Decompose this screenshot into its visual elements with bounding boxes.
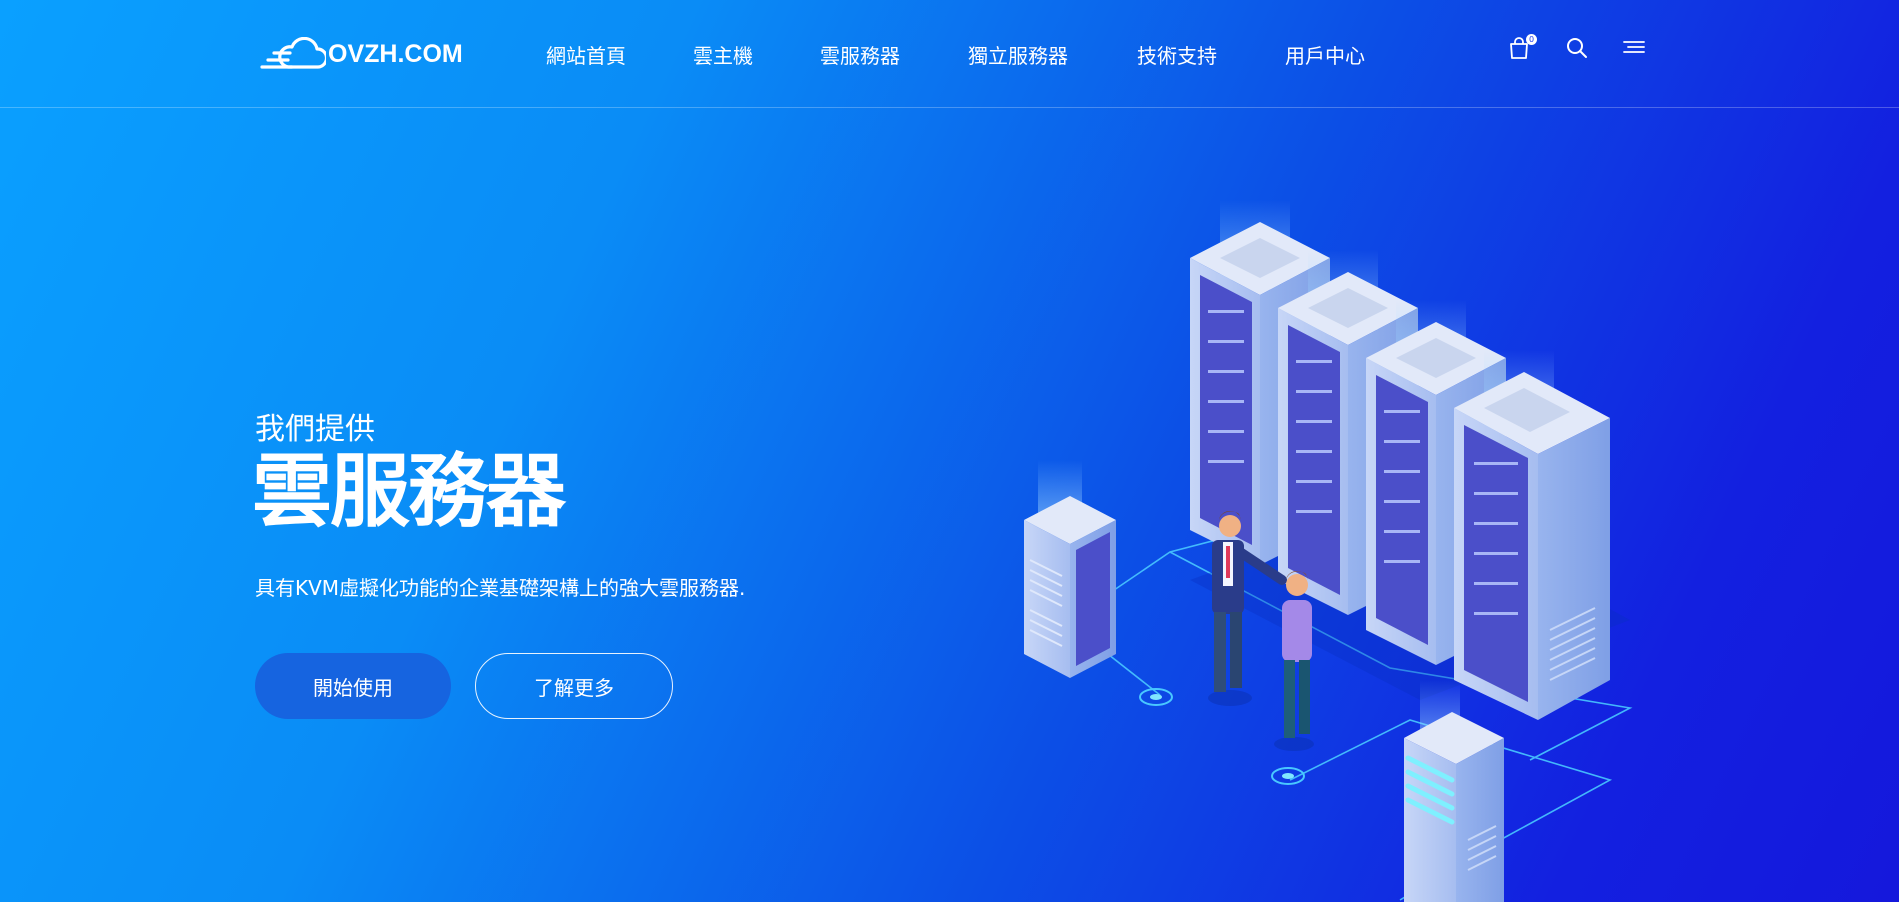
nav-cloud-host[interactable]: 雲主機	[693, 40, 753, 69]
cart-count-badge: 0	[1526, 34, 1537, 45]
hero-title: 雲服務器	[252, 445, 566, 538]
small-server-left	[1024, 460, 1116, 678]
server-racks	[1190, 200, 1610, 720]
nav-tech-support[interactable]: 技術支持	[1137, 40, 1217, 69]
site-header: OVZH.COM 網站首頁 雲主機 雲服務器 獨立服務器 技術支持 用戶中心 0	[0, 0, 1899, 108]
nav-dedicated-server[interactable]: 獨立服務器	[968, 40, 1068, 69]
server-room-illustration	[1024, 200, 1633, 902]
hero-description: 具有KVM虛擬化功能的企業基礎架構上的強大雲服務器.	[255, 576, 746, 600]
get-started-button[interactable]: 開始使用	[255, 653, 451, 719]
small-server-bottom	[1404, 680, 1504, 902]
logo[interactable]: OVZH.COM	[258, 36, 463, 72]
cart-icon[interactable]: 0	[1508, 34, 1537, 62]
menu-icon[interactable]	[1621, 36, 1647, 62]
learn-more-button[interactable]: 了解更多	[475, 653, 673, 719]
nav-user-center[interactable]: 用戶中心	[1285, 40, 1365, 69]
nav-cloud-server[interactable]: 雲服務器	[820, 40, 900, 69]
search-icon[interactable]	[1565, 36, 1591, 62]
cloud-logo-icon	[260, 37, 326, 69]
hero-subtitle: 我們提供	[255, 412, 375, 447]
nav-home[interactable]: 網站首頁	[546, 40, 626, 69]
logo-text: OVZH.COM	[328, 39, 463, 68]
